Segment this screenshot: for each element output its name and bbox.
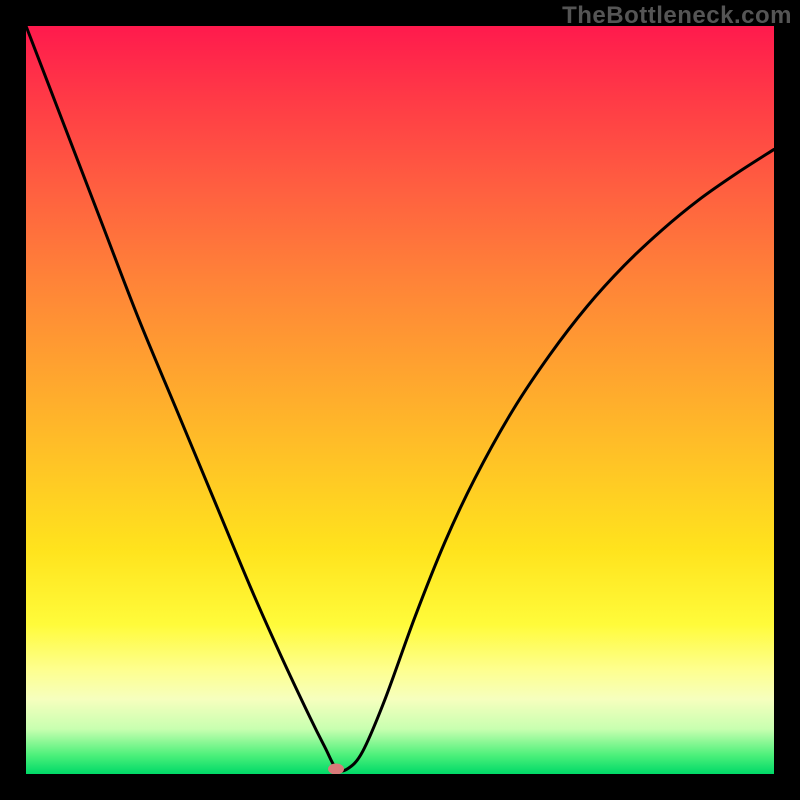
optimum-marker — [328, 763, 344, 774]
curve-svg — [26, 26, 774, 774]
watermark-text: TheBottleneck.com — [562, 2, 792, 30]
chart-container: TheBottleneck.com — [0, 0, 800, 800]
bottleneck-curve — [26, 26, 774, 771]
plot-area — [26, 26, 774, 774]
